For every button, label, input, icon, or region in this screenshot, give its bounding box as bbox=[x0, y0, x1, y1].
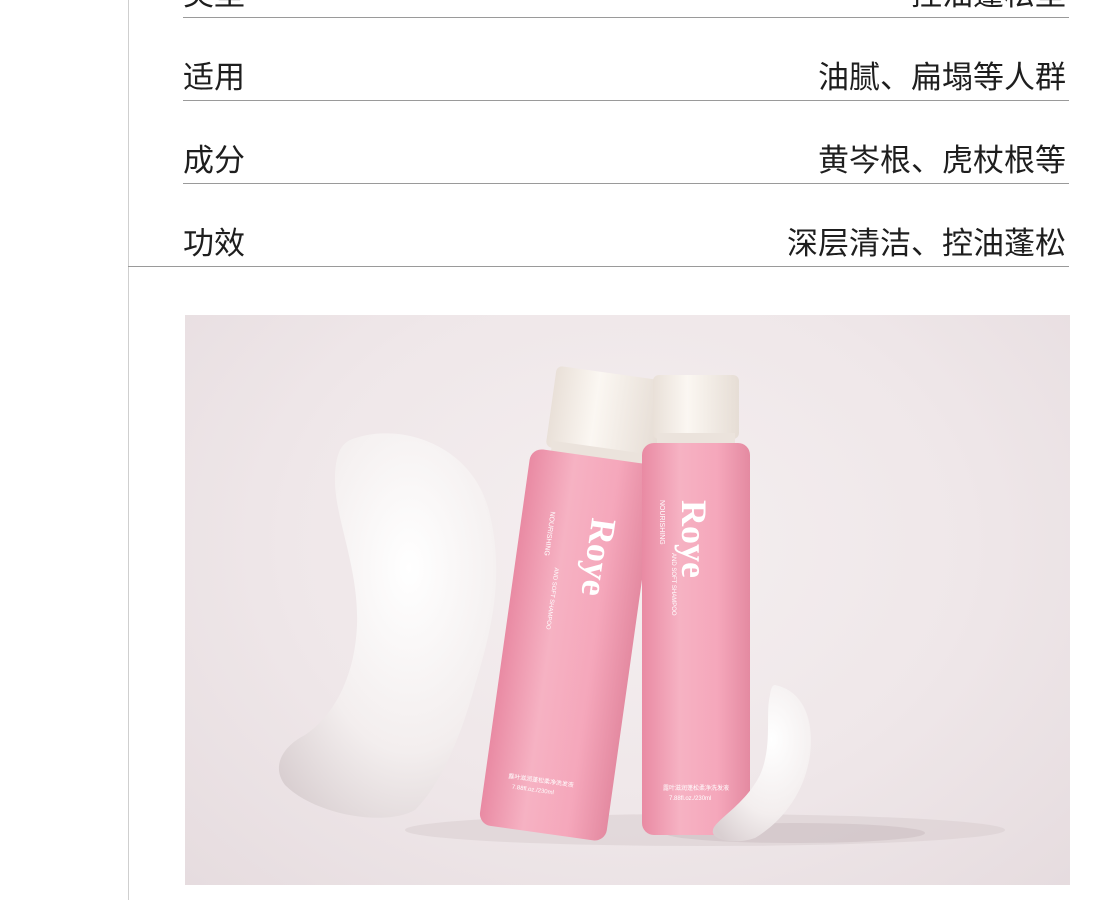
spec-label: 适用 bbox=[183, 60, 245, 96]
left-divider bbox=[128, 0, 129, 900]
bottle-right: Roye NOURISHING AND SOFT SHAMPOO 露叶滋润蓬松柔… bbox=[642, 375, 750, 835]
subline-label: AND SOFT SHAMPOO bbox=[670, 553, 676, 616]
spec-value: 黄岑根、虎杖根等 bbox=[818, 143, 1066, 179]
spec-label: 类型 bbox=[183, 0, 245, 13]
spec-row-applicable: 适用 油腻、扁塌等人群 bbox=[183, 18, 1069, 101]
product-photo: Roye NOURISHING AND SOFT SHAMPOO 露叶滋润蓬松柔… bbox=[185, 315, 1070, 885]
line-label: NOURISHING bbox=[658, 500, 665, 545]
brand-label: Roye bbox=[674, 500, 714, 578]
section-divider bbox=[128, 266, 1069, 267]
spec-row-type: 类型 控油蓬松型 bbox=[183, 0, 1069, 18]
spec-label: 功效 bbox=[183, 226, 245, 262]
spec-value: 深层清洁、控油蓬松 bbox=[787, 226, 1066, 262]
cn-name-label: 露叶滋润蓬松柔净洗发液 bbox=[663, 784, 729, 792]
spec-label: 成分 bbox=[183, 143, 245, 179]
white-blob-large bbox=[278, 433, 497, 818]
spec-value: 油腻、扁塌等人群 bbox=[818, 60, 1066, 96]
spec-row-effects: 功效 深层清洁、控油蓬松 bbox=[183, 184, 1069, 266]
volume-label: 7.88fl.oz./230ml bbox=[669, 796, 711, 802]
bottle-left: Roye NOURISHING AND SOFT SHAMPOO 露叶滋润蓬松柔… bbox=[479, 366, 666, 841]
spec-row-ingredients: 成分 黄岑根、虎杖根等 bbox=[183, 101, 1069, 184]
spec-value: 控油蓬松型 bbox=[911, 0, 1066, 13]
